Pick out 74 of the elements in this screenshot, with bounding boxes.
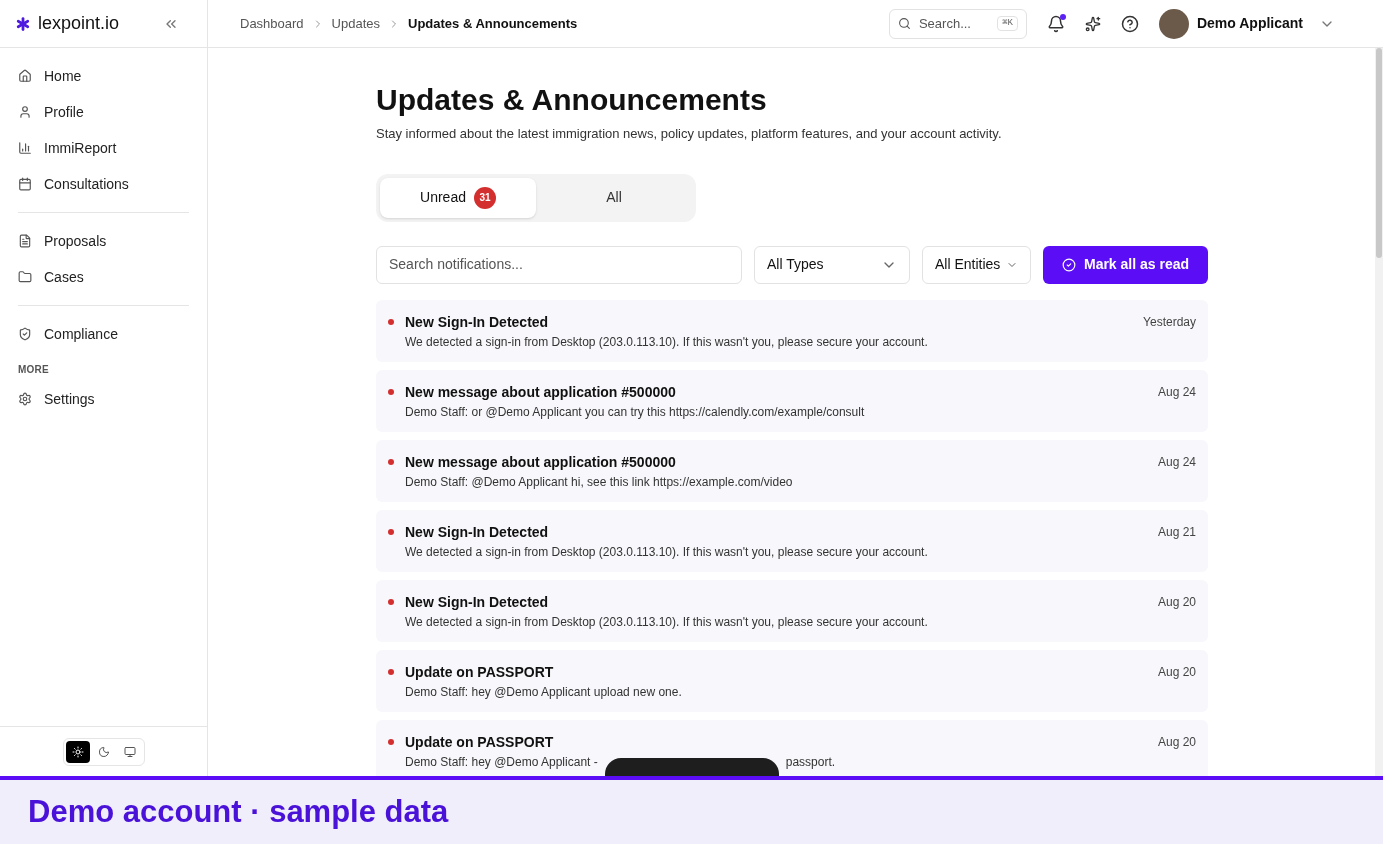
avatar [1158,8,1189,39]
sidebar-item[interactable]: Cases [18,259,189,295]
notification-message: Demo Staff: @Demo Applicant hi, see this link https://example.com/video [405,473,793,491]
document-icon [18,234,32,248]
notification-message: Demo Staff: or @Demo Applicant you can try this https://calendly.com/example/consult [405,403,865,421]
sparkles-icon[interactable] [1084,15,1101,32]
sun-icon [71,745,84,758]
notification-message: We detected a sign-in from Desktop (203.0.113.10). If this wasn't you, please secure your account. [405,613,928,631]
type-dropdown[interactable]: All Types [754,245,910,284]
help-icon[interactable] [1120,14,1139,33]
notification-title: New message about application #500000 [405,382,677,401]
user-menu[interactable]: Demo Applicant [1158,8,1335,39]
monitor-icon [123,745,136,758]
tab[interactable]: Unread 31 [380,177,536,218]
sidebar-item[interactable]: Profile [18,94,189,130]
notification-date: Aug 20 [1157,663,1196,681]
sun-button[interactable] [65,740,90,763]
notification-message: We detected a sign-in from Desktop (203.0.113.10). If this wasn't you, please secure your account. [405,543,928,561]
count-badge: 31 [473,186,496,209]
notification-message: Demo Staff: hey @Demo Applicant upload new one. [405,683,682,701]
shortcut-hint: ⌘K [997,15,1018,32]
breadcrumb-link[interactable]: Dashboard [240,13,304,34]
notification-card[interactable]: New Sign-In Detected We detected a sign-in from Desktop (203.0.113.10). If this wasn't you, please secure your account. Aug 21 [376,509,1208,572]
notification-title: New message about application #500000 [405,452,677,471]
sidebar-item[interactable]: Proposals [18,223,189,259]
search-notifications-field[interactable]: Search notifications... [376,245,742,284]
bar-chart-icon [18,141,32,155]
search-field[interactable]: Search... ⌘K [888,8,1027,39]
notification-card[interactable]: Update on PASSPORT Demo Staff: hey @Demo Applicant upload new one. Aug 20 [376,649,1208,712]
brand-name: lexpoint.io [38,12,120,35]
page-title: Updates & Announcements [376,82,768,118]
notification-title: Update on PASSPORT [405,732,555,751]
tab[interactable]: All [536,177,692,218]
banner-text: Demo account · sample data [28,792,449,831]
mark-all-read-button[interactable]: Mark all as read [1043,245,1208,284]
notification-title: Update on PASSPORT [405,662,555,681]
notification-card[interactable]: Update on PASSPORT Demo Staff: hey @Demo Applicant - passport. Aug 20 [376,719,1208,776]
notification-date: Aug 20 [1157,733,1196,751]
user-icon [18,105,32,119]
notification-message: Demo Staff: hey @Demo Applicant - [405,753,598,771]
settings-icon [18,392,32,406]
sidebar-item[interactable]: Compliance [18,316,189,352]
notification-date: Aug 20 [1157,593,1196,611]
notification-card[interactable]: New message about application #500000 Demo Staff: @Demo Applicant hi, see this link https://example.com/video Aug 24 [376,439,1208,502]
notification-title: New Sign-In Detected [405,312,550,331]
folder-icon [18,270,32,284]
notification-date: Aug 21 [1157,523,1196,541]
notification-message: We detected a sign-in from Desktop (203.0.113.10). If this wasn't you, please secure your account. [405,333,928,351]
entity-dropdown[interactable]: All Entities [922,245,1031,284]
current-page-label: Updates & Announcements [408,14,578,33]
notification-date: Yesterday [1143,313,1196,331]
sidebar-item[interactable]: Consultations [18,166,189,202]
section-heading: MORE [18,363,50,377]
moon-icon [97,745,110,758]
search-icon [897,17,911,30]
notification-card[interactable]: New Sign-In Detected We detected a sign-in from Desktop (203.0.113.10). If this wasn't you, please secure your account. Aug 20 [376,579,1208,642]
notification-message: passport. [785,753,836,771]
check-circle-icon [1061,257,1076,272]
calendar-icon [18,177,32,191]
sidebar-item[interactable]: Settings [18,381,189,417]
sidebar-item[interactable]: Home [18,58,189,94]
notification-date: Aug 24 [1157,453,1196,471]
page-subtitle: Stay informed about the latest immigration news, policy updates, platform features, and your account activity. [376,125,1003,143]
breadcrumb-link[interactable]: Updates [331,13,381,34]
notification-date: Aug 24 [1157,383,1196,401]
sidebar-item[interactable]: ImmiReport [18,130,189,166]
search-input[interactable]: Search... [918,13,979,34]
notification-title: New Sign-In Detected [405,592,550,611]
notification-card[interactable]: New message about application #500000 Demo Staff: or @Demo Applicant you can try this https://calendly.com/example/consult Aug 24 [376,369,1208,432]
home-icon [18,69,32,83]
notifications-button[interactable] [1046,14,1065,33]
notification-card[interactable]: New Sign-In Detected We detected a sign-in from Desktop (203.0.113.10). If this wasn't you, please secure your account. Yesterday [376,299,1208,362]
notification-title: New Sign-In Detected [405,522,550,541]
shield-icon [18,327,32,341]
